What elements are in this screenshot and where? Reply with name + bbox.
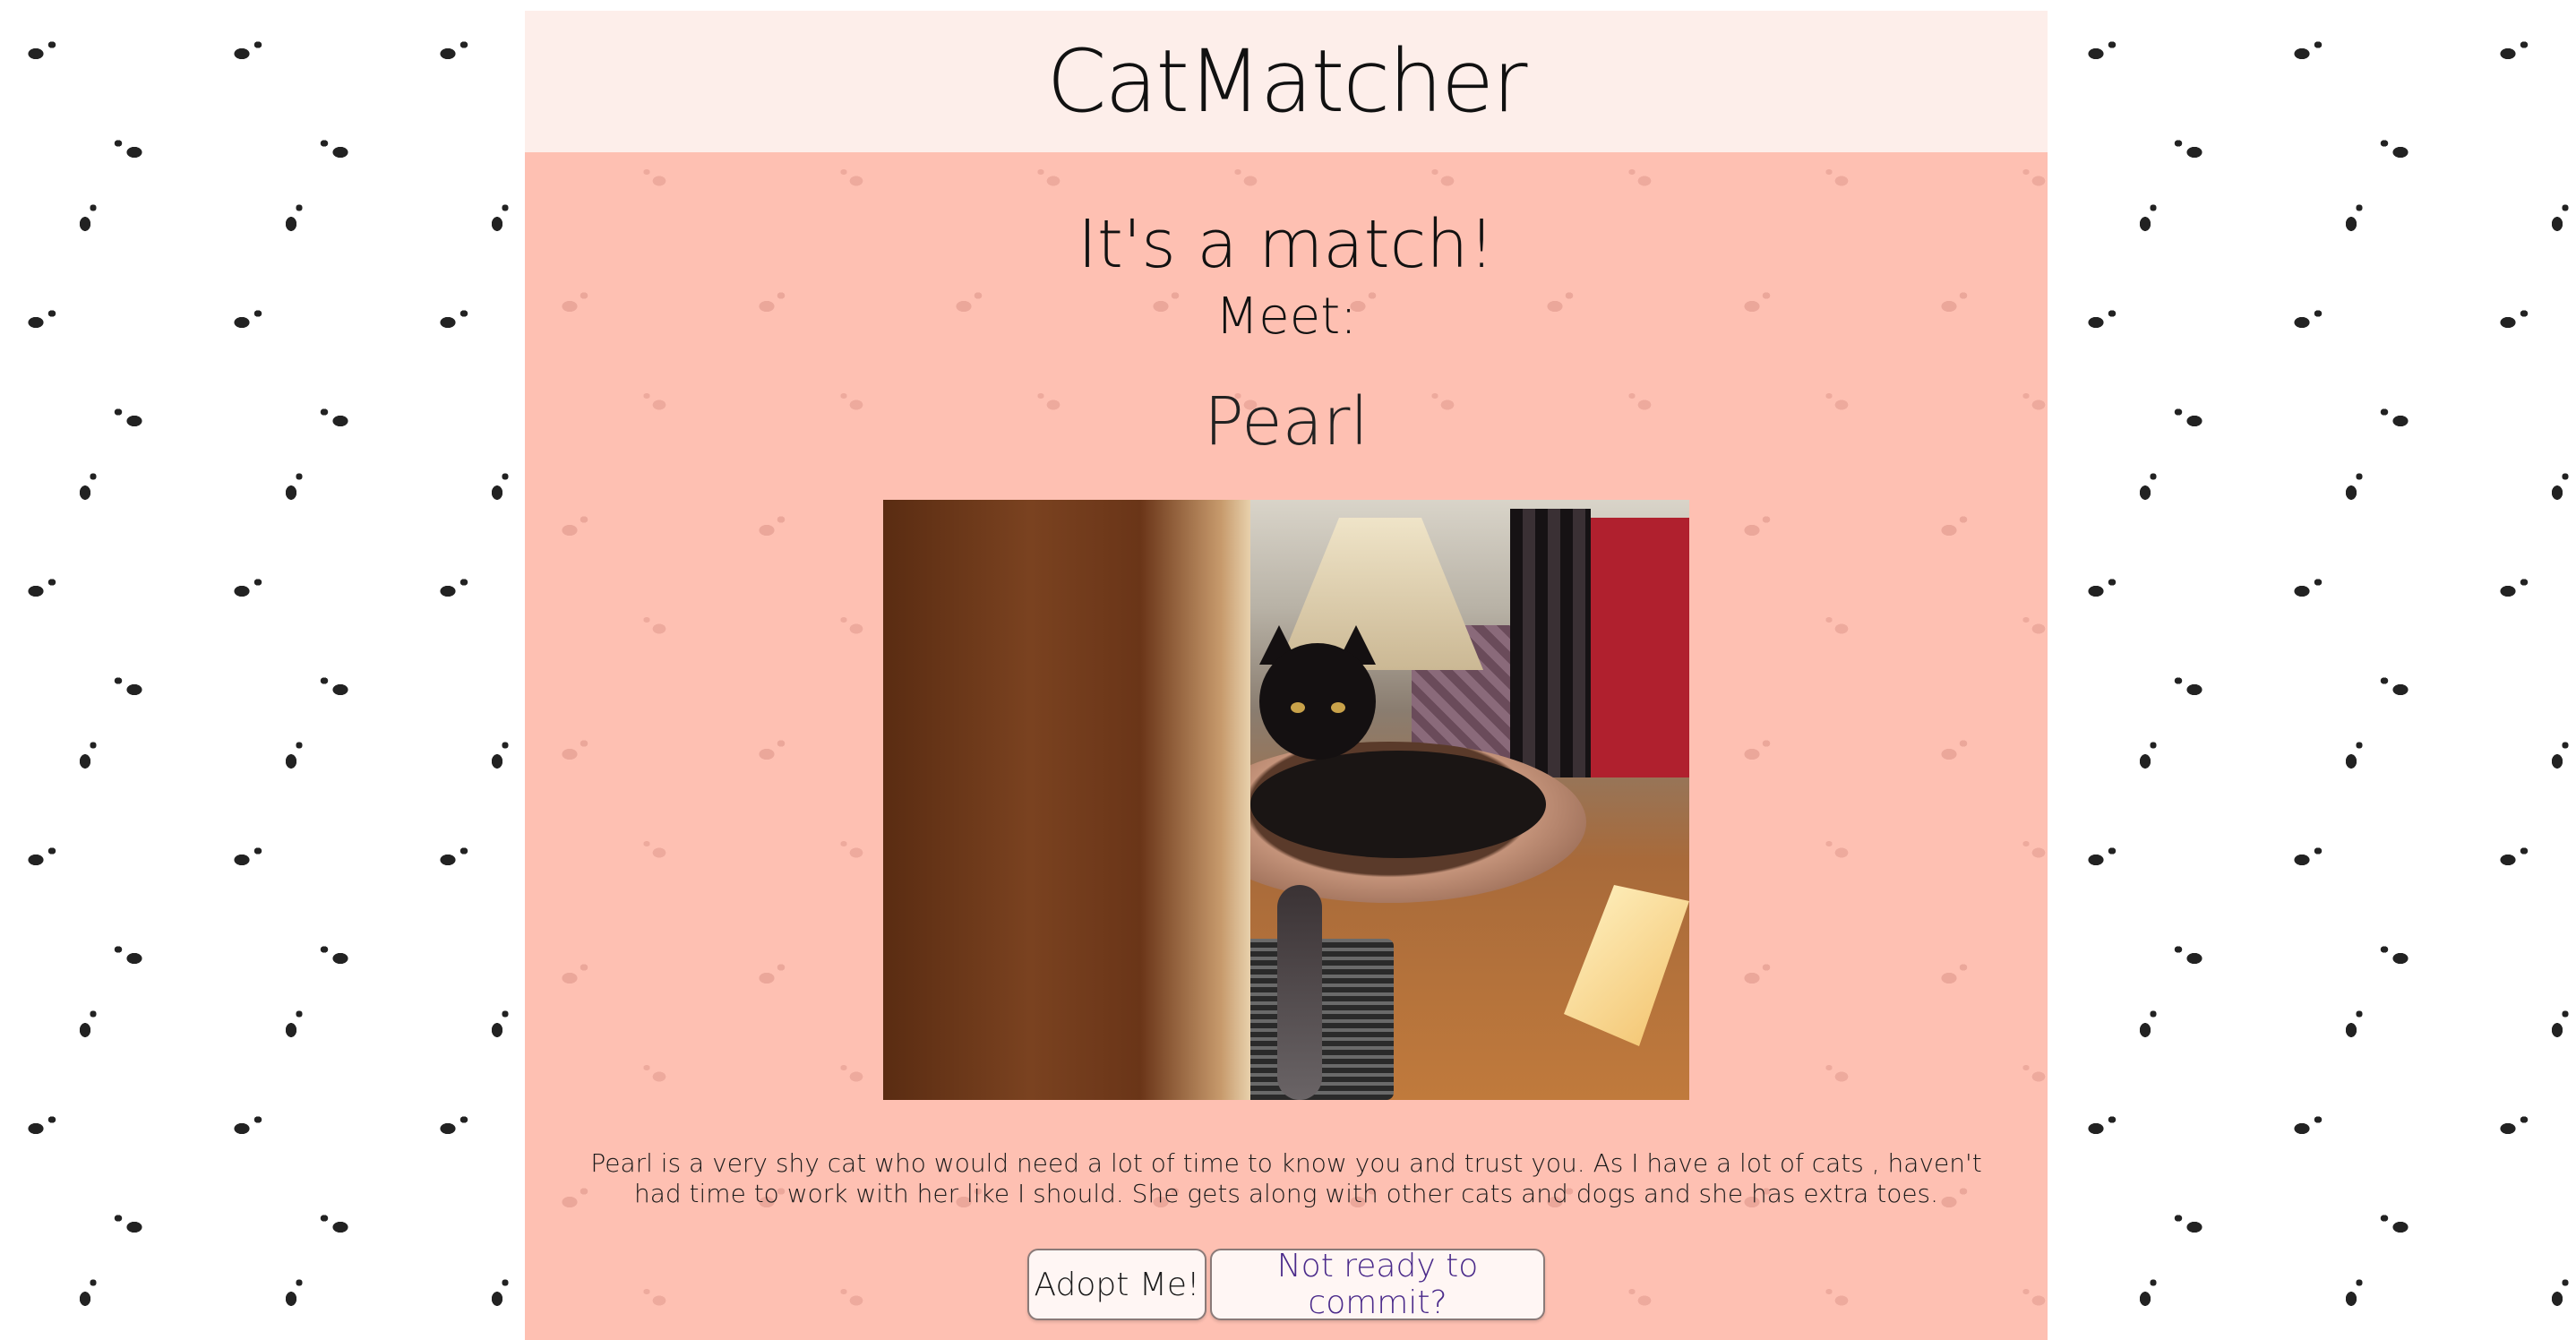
main-panel: CatMatcher It's a match! Meet: Pearl Pea… bbox=[525, 11, 2048, 1340]
cat-name: Pearl bbox=[1204, 383, 1369, 460]
app-header: CatMatcher bbox=[525, 11, 2048, 152]
app-title: CatMatcher bbox=[1046, 31, 1528, 132]
not-ready-button[interactable]: Not ready to commit? bbox=[1210, 1248, 1545, 1321]
match-content: It's a match! Meet: Pearl Pearl is a ver… bbox=[525, 152, 2048, 1321]
match-heading: It's a match! bbox=[1078, 206, 1495, 283]
adopt-button[interactable]: Adopt Me! bbox=[1027, 1249, 1206, 1320]
cat-description: Pearl is a very shy cat who would need a… bbox=[590, 1148, 1982, 1208]
meet-label: Meet: bbox=[1215, 288, 1358, 346]
action-buttons: Adopt Me! Not ready to commit? bbox=[525, 1248, 2048, 1321]
cat-photo bbox=[883, 500, 1689, 1100]
